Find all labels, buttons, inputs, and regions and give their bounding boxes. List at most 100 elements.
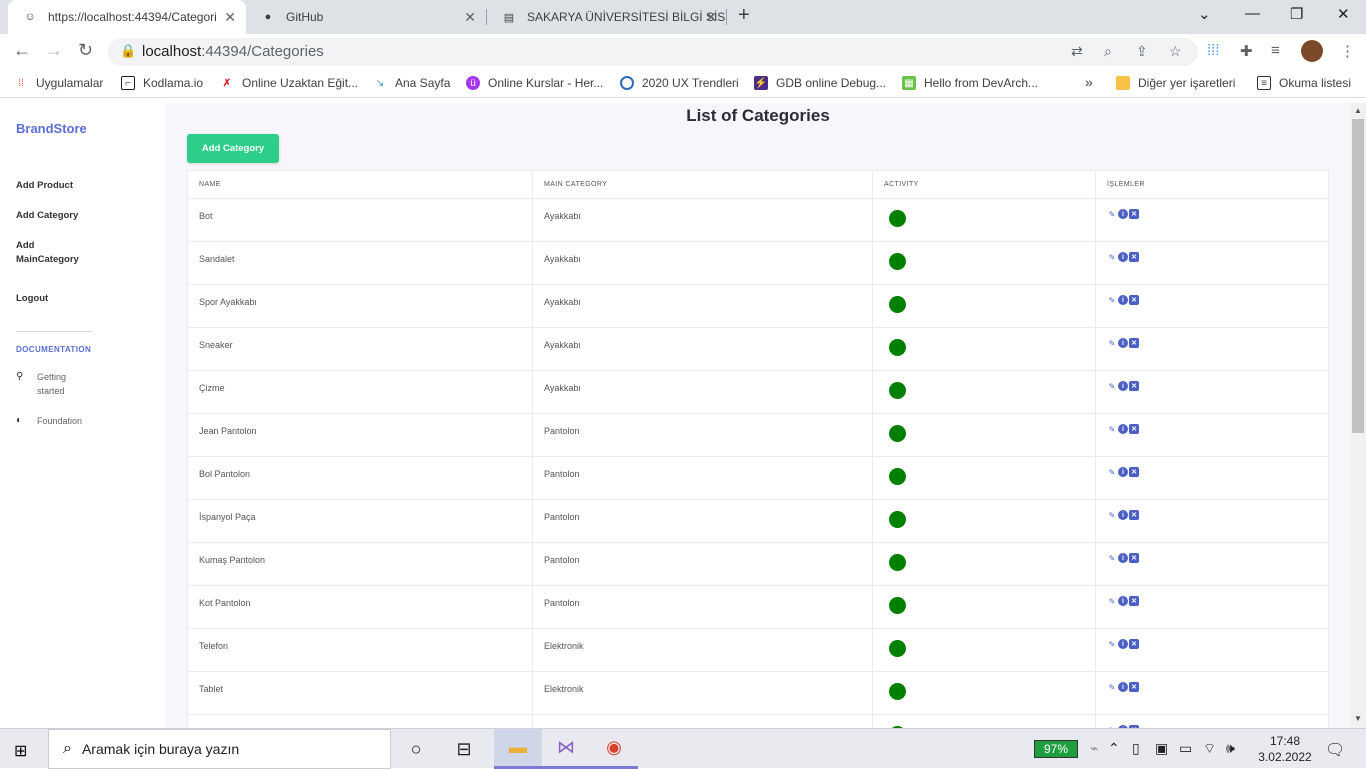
back-icon[interactable]: ← (13, 40, 31, 61)
lock-icon[interactable]: 🔒 (120, 43, 136, 59)
bookmark-ana-sayfa[interactable]: ↘ Ana Sayfa (373, 76, 451, 90)
info-icon[interactable]: i (1118, 209, 1128, 219)
visual-studio-icon[interactable]: ⋈ (542, 729, 590, 769)
bookmark-online-kurslar[interactable]: ü Online Kurslar - Her... (466, 76, 603, 90)
menu-kebab-icon[interactable]: ⋮ (1340, 42, 1355, 60)
sidebar-item-logout[interactable]: Logout (16, 292, 48, 306)
sidebar-item-add-maincategory[interactable]: Add MainCategory (16, 239, 79, 267)
bookmark-star-icon[interactable]: ☆ (1169, 43, 1182, 60)
tab-search-chevron-icon[interactable]: ⌄ (1198, 5, 1211, 23)
delete-icon[interactable]: ✕ (1129, 596, 1139, 606)
bookmark-gdb[interactable]: ⚡ GDB online Debug... (754, 76, 886, 90)
tab-categories[interactable]: ☺ https://localhost:44394/Categori ✕ (8, 0, 246, 34)
tray-window-icon[interactable]: ▣ (1155, 740, 1168, 757)
avatar[interactable] (1301, 40, 1323, 62)
delete-icon[interactable]: ✕ (1129, 295, 1139, 305)
info-icon[interactable]: i (1118, 682, 1128, 692)
close-tab-icon[interactable]: ✕ (224, 9, 236, 26)
restore-icon[interactable]: ❐ (1290, 5, 1303, 23)
edit-icon[interactable]: ✎ (1107, 252, 1117, 262)
delete-icon[interactable]: ✕ (1129, 209, 1139, 219)
edit-icon[interactable]: ✎ (1107, 510, 1117, 520)
scrollbar-thumb[interactable] (1352, 119, 1364, 433)
tab-github[interactable]: ● GitHub ✕ (246, 0, 486, 34)
url-text[interactable]: localhost:44394/Categories (142, 43, 324, 60)
sidebar-item-add-product[interactable]: Add Product (16, 179, 73, 193)
brand-logo[interactable]: BrandStore (16, 121, 87, 136)
taskbar-clock[interactable]: 17:48 3.02.2022 (1250, 733, 1320, 765)
reload-icon[interactable]: ↻ (78, 40, 93, 61)
add-category-button[interactable]: Add Category (187, 134, 279, 163)
chrome-icon[interactable]: ◉ (590, 729, 638, 769)
info-icon[interactable]: i (1118, 639, 1128, 649)
edit-icon[interactable]: ✎ (1107, 424, 1117, 434)
battery-icon[interactable]: ▭ (1179, 740, 1192, 757)
tray-chevron-icon[interactable]: ⌃ (1108, 740, 1120, 757)
taskbar-search[interactable]: ⌕ Aramak için buraya yazın (48, 729, 391, 769)
edit-icon[interactable]: ✎ (1107, 467, 1117, 477)
edit-icon[interactable]: ✎ (1107, 596, 1117, 606)
info-icon[interactable]: i (1118, 338, 1128, 348)
other-bookmarks[interactable]: Diğer yer işaretleri (1116, 76, 1235, 90)
address-bar[interactable]: 🔒 localhost:44394/Categories ⇄ ⌕ ⇪ ☆ (108, 38, 1198, 66)
bookmark-uygulamalar[interactable]: ⁞⁞ Uygulamalar (14, 76, 103, 90)
doc-item-foundation[interactable]: ◐ Foundation (16, 414, 82, 428)
delete-icon[interactable]: ✕ (1129, 381, 1139, 391)
volume-icon[interactable]: 🕪 (1226, 740, 1235, 757)
forward-icon[interactable]: → (45, 40, 63, 61)
scroll-up-icon[interactable]: ▲ (1354, 106, 1362, 115)
delete-icon[interactable]: ✕ (1129, 424, 1139, 434)
doc-item-getting-started[interactable]: ⚲ Getting started (16, 370, 66, 398)
delete-icon[interactable]: ✕ (1129, 252, 1139, 262)
delete-icon[interactable]: ✕ (1129, 467, 1139, 477)
translate-icon[interactable]: ⇄ (1071, 43, 1083, 60)
bookmark-devarch[interactable]: ▦ Hello from DevArch... (902, 76, 1038, 90)
wifi-icon[interactable]: ⌔ (1203, 740, 1216, 758)
edit-icon[interactable]: ✎ (1107, 209, 1117, 219)
task-view-icon[interactable]: ⊟ (440, 729, 488, 769)
close-tab-icon[interactable]: ✕ (464, 9, 476, 26)
scroll-down-icon[interactable]: ▼ (1354, 714, 1362, 723)
share-icon[interactable]: ⇪ (1136, 43, 1148, 60)
edit-icon[interactable]: ✎ (1107, 338, 1117, 348)
edit-icon[interactable]: ✎ (1107, 295, 1117, 305)
delete-icon[interactable]: ✕ (1129, 338, 1139, 348)
cortana-icon[interactable]: ○ (392, 729, 440, 769)
info-icon[interactable]: i (1118, 424, 1128, 434)
info-icon[interactable]: i (1118, 381, 1128, 391)
page-scrollbar[interactable]: ▲ ▼ (1350, 103, 1366, 728)
delete-icon[interactable]: ✕ (1129, 510, 1139, 520)
media-queue-icon[interactable]: ≡ (1271, 42, 1280, 59)
tray-app-icon[interactable]: ▯ (1132, 740, 1140, 757)
reading-list[interactable]: ≡ Okuma listesi (1257, 76, 1351, 90)
edit-icon[interactable]: ✎ (1107, 682, 1117, 692)
minimize-icon[interactable]: — (1245, 5, 1260, 22)
info-icon[interactable]: i (1118, 467, 1128, 477)
info-icon[interactable]: i (1118, 252, 1128, 262)
edit-icon[interactable]: ✎ (1107, 553, 1117, 563)
info-icon[interactable]: i (1118, 295, 1128, 305)
close-tab-icon[interactable]: ✕ (705, 9, 717, 26)
windows-start-icon[interactable]: ⊞ (14, 741, 27, 761)
bookmark-uzaktan-egitim[interactable]: ✗ Online Uzaktan Eğit... (220, 76, 358, 90)
notifications-icon[interactable]: 🗨 (1325, 740, 1345, 760)
tab-sakarya[interactable]: ▤ SAKARYA ÜNİVERSİTESİ BİLGİ SİS ✕ (487, 0, 727, 34)
close-window-icon[interactable]: ✕ (1337, 5, 1350, 23)
edit-icon[interactable]: ✎ (1107, 381, 1117, 391)
bookmark-kodlama[interactable]: ⌐ Kodlama.io (121, 76, 203, 90)
delete-icon[interactable]: ✕ (1129, 682, 1139, 692)
apps-dots-icon[interactable]: ⁞⁞⁞ (1207, 42, 1220, 59)
info-icon[interactable]: i (1118, 553, 1128, 563)
bookmark-ux-trendleri[interactable]: 2020 UX Trendleri (620, 76, 739, 90)
battery-indicator[interactable]: 97% (1034, 740, 1078, 758)
info-icon[interactable]: i (1118, 510, 1128, 520)
edit-icon[interactable]: ✎ (1107, 639, 1117, 649)
delete-icon[interactable]: ✕ (1129, 553, 1139, 563)
zoom-icon[interactable]: ⌕ (1104, 43, 1112, 60)
new-tab-icon[interactable]: + (738, 4, 750, 27)
sidebar-item-add-category[interactable]: Add Category (16, 209, 78, 223)
bookmarks-overflow-chevron[interactable]: » (1085, 74, 1093, 90)
extensions-icon[interactable]: ✚ (1240, 42, 1253, 60)
info-icon[interactable]: i (1118, 596, 1128, 606)
delete-icon[interactable]: ✕ (1129, 639, 1139, 649)
